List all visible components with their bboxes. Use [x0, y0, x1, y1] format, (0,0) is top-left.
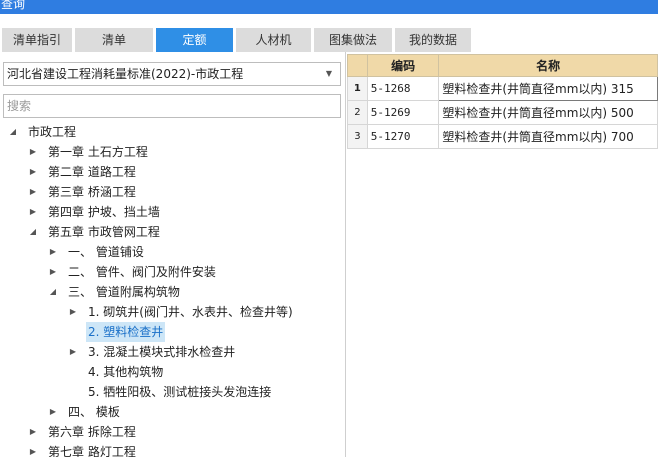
name-column-header[interactable]: 名称 — [438, 54, 658, 77]
triangle-right-icon[interactable]: ▶ — [28, 442, 38, 457]
tree-node[interactable]: ▶ 第一章 土石方工程 — [0, 142, 346, 162]
triangle-right-icon[interactable]: ▶ — [28, 422, 38, 442]
tree-node-label: 第一章 土石方工程 — [48, 145, 148, 159]
triangle-right-icon[interactable]: ▶ — [48, 242, 58, 262]
tree-node[interactable]: ▶ 二、 管件、阀门及附件安装 — [0, 262, 346, 282]
tab-list-guide[interactable]: 清单指引 — [2, 28, 72, 52]
triangle-right-icon[interactable]: ▶ — [28, 182, 38, 202]
tree-node-label: 市政工程 — [28, 125, 77, 139]
tree-node[interactable]: ▶ 第三章 桥涵工程 — [0, 182, 346, 202]
triangle-down-icon[interactable]: ◢ — [8, 122, 18, 142]
tree-node[interactable]: ▶ 第七章 路灯工程 — [0, 442, 346, 457]
row-number-header — [347, 54, 368, 77]
table-header-row: 编码 名称 — [347, 54, 658, 77]
standard-select[interactable]: 河北省建设工程消耗量标准(2022)-市政工程 ▼ — [3, 62, 341, 86]
code-cell[interactable]: 5-1269 — [366, 100, 440, 125]
triangle-right-icon[interactable]: ▶ — [28, 142, 38, 162]
tab-bar: 清单指引 清单 定额 人材机 图集做法 我的数据 — [0, 14, 658, 52]
window-titlebar: 查询 — [0, 0, 658, 14]
tree-node[interactable]: ▶ 第六章 拆除工程 — [0, 422, 346, 442]
row-number: 1 — [347, 76, 368, 101]
left-panel: 河北省建设工程消耗量标准(2022)-市政工程 ▼ ◢ 市政工程 ▶ 第一章 土石方工… — [0, 52, 346, 457]
table-row[interactable]: 2 5-1269 塑料检查井(井筒直径mm以内) 500 — [347, 100, 658, 125]
tab-my-data[interactable]: 我的数据 — [395, 28, 471, 52]
quota-table: 编码 名称 1 5-1268 塑料检查井(井筒直径mm以内) 315 2 5-1… — [347, 54, 658, 149]
triangle-right-icon[interactable]: ▶ — [48, 402, 58, 422]
triangle-right-icon[interactable]: ▶ — [68, 302, 78, 322]
tree-node-label: 2. 塑料检查井 — [86, 322, 166, 342]
tab-quota[interactable]: 定额 — [156, 28, 233, 52]
tree-node-label: 第六章 拆除工程 — [48, 425, 136, 439]
triangle-right-icon[interactable]: ▶ — [28, 202, 38, 222]
row-number: 2 — [347, 100, 368, 125]
tree-node[interactable]: 4. 其他构筑物 — [0, 362, 346, 382]
tree-node-label: 第二章 道路工程 — [48, 165, 136, 179]
tree-node[interactable]: ▶ 第四章 护坡、挡土墙 — [0, 202, 346, 222]
tree-node-label: 一、 管道铺设 — [68, 245, 144, 259]
row-number: 3 — [347, 124, 368, 149]
tree-node-label: 第三章 桥涵工程 — [48, 185, 136, 199]
tree-node-label: 三、 管道附属构筑物 — [68, 285, 180, 299]
triangle-right-icon[interactable]: ▶ — [48, 262, 58, 282]
table-row[interactable]: 3 5-1270 塑料检查井(井筒直径mm以内) 700 — [347, 124, 658, 149]
tree-node-label: 四、 模板 — [68, 405, 120, 419]
name-cell[interactable]: 塑料检查井(井筒直径mm以内) 315 — [438, 76, 658, 101]
tree-node[interactable]: ◢ 三、 管道附属构筑物 — [0, 282, 346, 302]
tree-node[interactable]: 2. 塑料检查井 — [0, 322, 346, 342]
tree-node[interactable]: ◢ 市政工程 — [0, 122, 346, 142]
tree-node-label: 5. 牺牲阳极、测试桩接头发泡连接 — [88, 385, 272, 399]
tree-node-label: 4. 其他构筑物 — [88, 365, 164, 379]
tree-node-label: 1. 砌筑井(阀门井、水表井、检查井等) — [88, 305, 293, 319]
name-cell[interactable]: 塑料检查井(井筒直径mm以内) 500 — [438, 100, 658, 125]
chevron-down-icon[interactable]: ▼ — [326, 63, 332, 85]
tree-node-label: 第五章 市政管网工程 — [48, 225, 160, 239]
tree-node-label: 第七章 路灯工程 — [48, 445, 136, 457]
tree-node-label: 3. 混凝土模块式排水检查井 — [88, 345, 236, 359]
triangle-down-icon[interactable]: ◢ — [28, 222, 38, 242]
code-column-header[interactable]: 编码 — [366, 54, 440, 77]
code-cell[interactable]: 5-1270 — [366, 124, 440, 149]
tree-node[interactable]: ▶ 四、 模板 — [0, 402, 346, 422]
table-row[interactable]: 1 5-1268 塑料检查井(井筒直径mm以内) 315 — [347, 76, 658, 101]
tree-node-label: 二、 管件、阀门及附件安装 — [68, 265, 216, 279]
code-cell[interactable]: 5-1268 — [366, 76, 440, 101]
right-panel: 编码 名称 1 5-1268 塑料检查井(井筒直径mm以内) 315 2 5-1… — [347, 52, 658, 457]
tab-labor-material-machine[interactable]: 人材机 — [236, 28, 311, 52]
tree-node[interactable]: ◢ 第五章 市政管网工程 — [0, 222, 346, 242]
standard-select-value: 河北省建设工程消耗量标准(2022)-市政工程 — [7, 67, 244, 81]
tab-bill[interactable]: 清单 — [75, 28, 153, 52]
search-input[interactable] — [3, 94, 341, 118]
tree-node-label: 第四章 护坡、挡土墙 — [48, 205, 160, 219]
tree-node[interactable]: 5. 牺牲阳极、测试桩接头发泡连接 — [0, 382, 346, 402]
tree-node[interactable]: ▶ 第二章 道路工程 — [0, 162, 346, 182]
tab-atlas-method[interactable]: 图集做法 — [314, 28, 392, 52]
tree-node[interactable]: ▶ 1. 砌筑井(阀门井、水表井、检查井等) — [0, 302, 346, 322]
triangle-down-icon[interactable]: ◢ — [48, 282, 58, 302]
triangle-right-icon[interactable]: ▶ — [28, 162, 38, 182]
name-cell[interactable]: 塑料检查井(井筒直径mm以内) 700 — [438, 124, 658, 149]
tree-node[interactable]: ▶ 3. 混凝土模块式排水检查井 — [0, 342, 346, 362]
triangle-right-icon[interactable]: ▶ — [68, 342, 78, 362]
tree-node[interactable]: ▶ 一、 管道铺设 — [0, 242, 346, 262]
window-title: 查询 — [1, 0, 26, 11]
